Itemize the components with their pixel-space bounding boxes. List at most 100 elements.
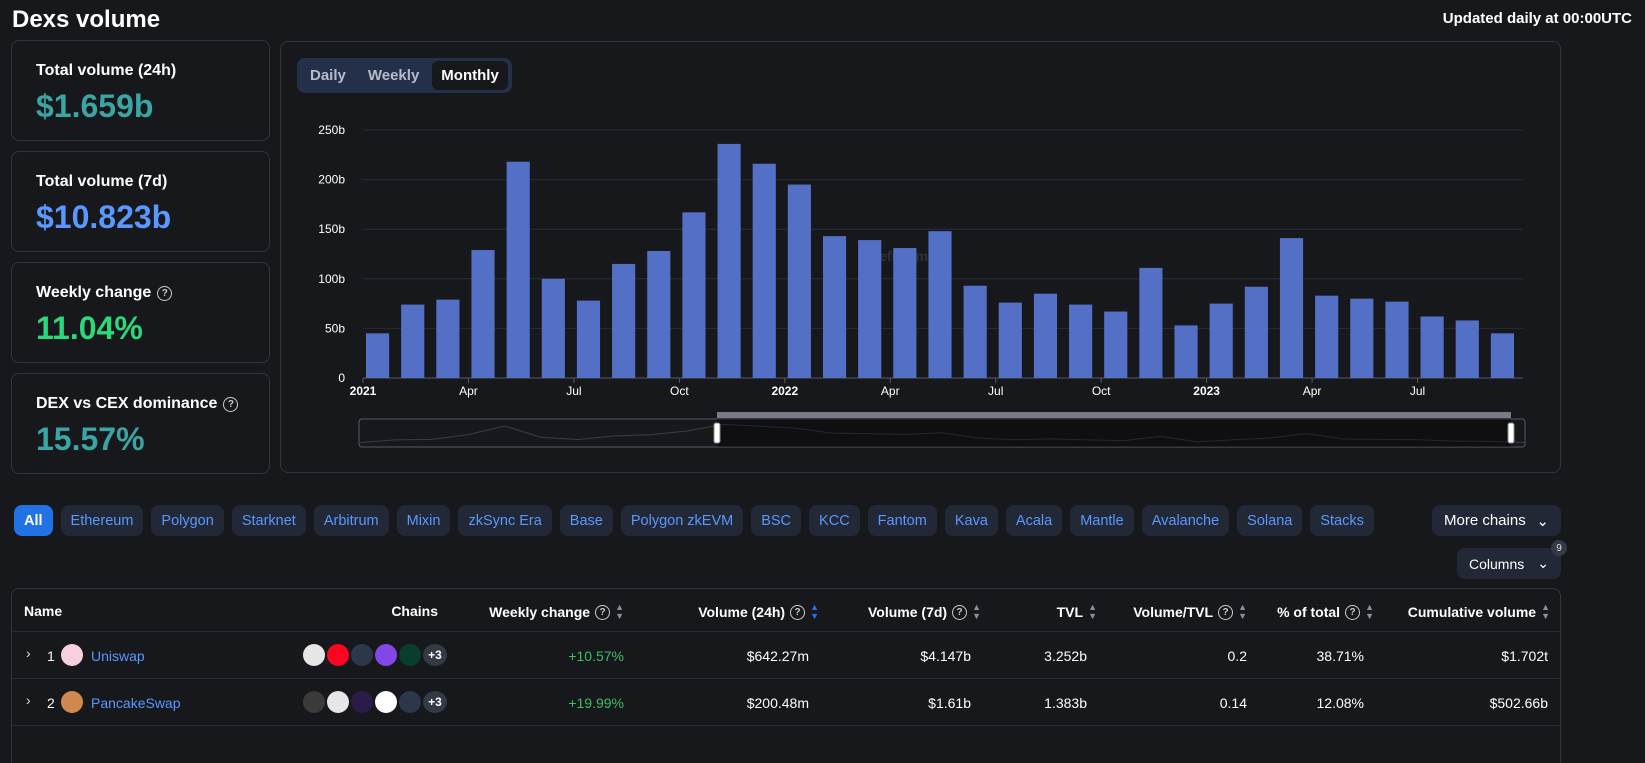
chain-filter-fantom[interactable]: Fantom (867, 505, 937, 536)
bar (1350, 298, 1374, 378)
zoom-slider-top-bar (717, 412, 1511, 418)
col-pct-total[interactable]: % of total? ▲ ▼ (1277, 603, 1374, 621)
sort-icon: ▲ ▼ (1365, 602, 1374, 621)
stat-label: Weekly change? (36, 284, 269, 302)
weekly-change-value: +19.99% (568, 695, 624, 711)
bar (1209, 303, 1233, 378)
help-icon[interactable]: ? (1218, 604, 1234, 620)
x-tick-label: 2023 (1193, 384, 1220, 398)
more-chains-badge[interactable]: +3 (423, 691, 447, 713)
table-row[interactable]: › 1 Uniswap +3 +10.57% $642.27m $4.147b 3.252b 0… (12, 632, 1560, 679)
col-name[interactable]: Name (24, 603, 62, 619)
more-chains-badge[interactable]: +3 (423, 644, 447, 666)
volume-24h-value: $200.48m (746, 695, 809, 711)
help-icon[interactable]: ? (790, 604, 806, 620)
bar (1385, 301, 1409, 378)
volume-24h-value: $642.27m (746, 648, 809, 664)
x-tick-label: Jul (566, 384, 581, 398)
table-header: Name Chains Weekly change? ▲ ▼ Volume (24h… (12, 589, 1560, 632)
bar (998, 302, 1022, 378)
zoom-slider-selection (717, 419, 1511, 447)
chevron-down-icon: ⌄ (1537, 555, 1549, 571)
col-tvl[interactable]: TVL ▲ ▼ (1057, 603, 1097, 621)
protocol-name-link[interactable]: PancakeSwap (91, 695, 181, 711)
bar (858, 240, 882, 378)
bar (612, 263, 636, 378)
chain-filter-arbitrum[interactable]: Arbitrum (313, 505, 389, 536)
chain-filter-ethereum[interactable]: Ethereum (60, 505, 144, 536)
protocol-logo (61, 691, 83, 713)
cumulative-volume-value: $1.702t (1501, 648, 1548, 664)
chain-filter-kava[interactable]: Kava (944, 505, 998, 536)
pct-total-value: 12.08% (1316, 695, 1364, 711)
chain-filter-kcc[interactable]: KCC (809, 505, 860, 536)
stat-value: $1.659b (36, 88, 154, 124)
bar (471, 250, 495, 378)
col-weekly-change[interactable]: Weekly change? ▲ ▼ (489, 603, 624, 621)
update-note: Updated daily at 00:00UTC (1442, 10, 1632, 27)
chevron-down-icon: ⌄ (1536, 512, 1549, 530)
chain-icons: +3 (303, 644, 449, 666)
sort-icon: ▲ ▼ (972, 602, 981, 621)
chart-card: Daily Weekly Monthly 0 50b 100b 150b 200b 250… (280, 41, 1561, 473)
bsc-icon (303, 691, 325, 713)
stat-label: Total volume (24h) (36, 62, 177, 79)
col-volume-24h[interactable]: Volume (24h)? ▲ ▼ (698, 603, 819, 621)
protocol-name-link[interactable]: Uniswap (91, 648, 145, 664)
stat-value: 15.57% (36, 421, 145, 457)
volume-bar-chart: 050b100b150b200b250bDefiLlama2021AprJulO… (318, 123, 1526, 448)
columns-button[interactable]: Columns ⌄ 9 (1457, 540, 1567, 579)
bar (647, 251, 671, 378)
stat-label: DEX vs CEX dominance? (36, 395, 269, 413)
chain-filter-starknet[interactable]: Starknet (231, 505, 306, 536)
chain-filter-mixin[interactable]: Mixin (396, 505, 451, 536)
stat-value: 11.04% (36, 310, 143, 346)
zoom-slider-left-handle[interactable] (713, 422, 721, 444)
chain-filter-zksync-era[interactable]: zkSync Era (458, 505, 552, 536)
chain-filter-mantle[interactable]: Mantle (1070, 505, 1134, 536)
col-volume-7d[interactable]: Volume (7d)? ▲ ▼ (868, 603, 981, 621)
chain-filter-acala[interactable]: Acala (1005, 505, 1063, 536)
zoom-slider-right-handle[interactable] (1507, 422, 1515, 444)
x-tick-label: 2021 (350, 384, 377, 398)
stat-card-dex-cex-dominance: DEX vs CEX dominance? 15.57% (11, 373, 270, 474)
bar (576, 300, 601, 378)
help-icon[interactable]: ? (595, 604, 611, 620)
polygon-zkevm-icon (351, 691, 373, 713)
stat-card-volume-24h: Total volume (24h) $1.659b (11, 40, 270, 141)
chain-filter-bar: All Ethereum Polygon Starknet Arbitrum Mixin z… (14, 505, 1374, 536)
volume-7d-value: $4.147b (920, 648, 971, 664)
more-chains-button[interactable]: More chains ⌄ (1432, 505, 1561, 536)
chain-filter-solana[interactable]: Solana (1237, 505, 1303, 536)
help-icon[interactable]: ? (223, 396, 239, 412)
more-chains-label: More chains (1444, 512, 1526, 529)
bar (436, 299, 460, 378)
bar (1490, 333, 1514, 378)
optimism-icon (327, 644, 349, 666)
chain-filter-polygon[interactable]: Polygon (151, 505, 224, 536)
col-volume-tvl[interactable]: Volume/TVL? ▲ ▼ (1133, 603, 1247, 621)
chain-filter-stacks[interactable]: Stacks (1310, 505, 1374, 536)
bar (1139, 267, 1163, 378)
sort-icon: ▲ ▼ (1541, 602, 1550, 621)
dex-table: Name Chains Weekly change? ▲ ▼ Volume (24h… (11, 588, 1561, 763)
arbitrum-icon (351, 644, 373, 666)
x-tick-label: Oct (1092, 384, 1111, 398)
expand-chevron-icon[interactable]: › (26, 692, 31, 708)
sort-icon: ▲ ▼ (615, 602, 624, 621)
chain-filter-avalanche[interactable]: Avalanche (1141, 505, 1230, 536)
chain-filter-base[interactable]: Base (559, 505, 613, 536)
expand-chevron-icon[interactable]: › (26, 645, 31, 661)
chain-filter-polygon-zkevm[interactable]: Polygon zkEVM (620, 505, 744, 536)
bar (401, 304, 425, 378)
page-title: Dexs volume (12, 6, 161, 33)
help-icon[interactable]: ? (1345, 604, 1361, 620)
help-icon[interactable]: ? (157, 285, 173, 301)
help-icon[interactable]: ? (952, 604, 968, 620)
chain-filter-bsc[interactable]: BSC (751, 505, 802, 536)
col-cumulative-volume[interactable]: Cumulative volume ▲ ▼ (1408, 603, 1550, 621)
chain-filter-all[interactable]: All (14, 505, 53, 536)
sort-icon: ▲ ▼ (1088, 602, 1097, 621)
ethereum-icon (327, 691, 349, 713)
table-row[interactable]: › 2 PancakeSwap +3 +19.99% $200.48m $1.61b 1.38… (12, 679, 1560, 726)
